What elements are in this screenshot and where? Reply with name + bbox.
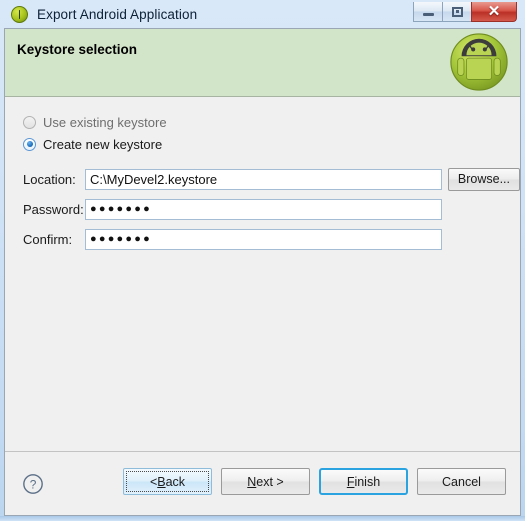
maximize-icon <box>451 6 463 17</box>
android-export-icon <box>11 5 28 23</box>
back-button-suffix: ack <box>165 474 186 489</box>
next-button[interactable]: Next > <box>221 468 310 495</box>
minimize-button[interactable] <box>413 2 442 22</box>
browse-button[interactable]: Browse... <box>447 167 520 191</box>
finish-button[interactable]: Finish <box>319 468 408 495</box>
radio-create-new-label: Create new keystore <box>43 136 163 152</box>
location-input[interactable] <box>85 168 442 190</box>
confirm-row: Confirm: <box>5 224 520 254</box>
radio-use-existing-label: Use existing keystore <box>43 114 167 130</box>
confirm-input[interactable] <box>85 228 442 250</box>
back-button-prefix: < <box>149 474 158 489</box>
svg-text:?: ? <box>30 477 37 491</box>
dialog-body: Keystore selection Use existing keystore… <box>4 28 521 516</box>
page-content: Use existing keystore Create new keystor… <box>5 97 520 452</box>
close-button[interactable]: ✕ <box>471 2 517 22</box>
finish-button-accel: F <box>346 474 355 489</box>
minimize-icon <box>422 13 434 16</box>
cancel-button[interactable]: Cancel <box>417 468 506 495</box>
button-bar: < Back Next > Finish Cancel <box>123 468 506 495</box>
keystore-form: Location: Browse... Password: Confirm: <box>5 164 520 254</box>
password-row: Password: <box>5 194 520 224</box>
help-question-icon[interactable]: ? <box>22 473 44 495</box>
maximize-button[interactable] <box>442 2 471 22</box>
dialog-window: Export Android Application ✕ Keystore se… <box>0 0 525 521</box>
android-robot-icon <box>450 33 508 91</box>
cancel-button-label: Cancel <box>442 474 481 489</box>
password-input[interactable] <box>85 198 442 220</box>
radio-create-new-icon <box>23 137 36 151</box>
close-icon: ✕ <box>487 3 501 20</box>
confirm-label: Confirm: <box>23 231 73 247</box>
next-button-suffix: ext > <box>256 474 284 489</box>
page-title: Keystore selection <box>17 42 138 57</box>
radio-use-existing-keystore[interactable]: Use existing keystore <box>5 111 520 133</box>
radio-use-existing-icon <box>23 115 36 129</box>
location-label: Location: <box>23 171 76 187</box>
next-button-accel: N <box>247 474 257 489</box>
password-label: Password: <box>23 201 84 217</box>
window-title: Export Android Application <box>37 6 198 22</box>
back-button-accel: B <box>157 474 166 489</box>
window-frame-bottom <box>0 516 525 521</box>
back-button[interactable]: < Back <box>123 468 212 495</box>
title-bar: Export Android Application ✕ <box>4 0 521 28</box>
location-row: Location: Browse... <box>5 164 520 194</box>
window-controls: ✕ <box>413 2 517 22</box>
dialog-footer: ? < Back Next > Finish Cancel <box>5 452 520 515</box>
wizard-header: Keystore selection <box>5 29 520 97</box>
radio-create-new-keystore[interactable]: Create new keystore <box>5 133 520 155</box>
finish-button-suffix: inish <box>354 474 381 489</box>
